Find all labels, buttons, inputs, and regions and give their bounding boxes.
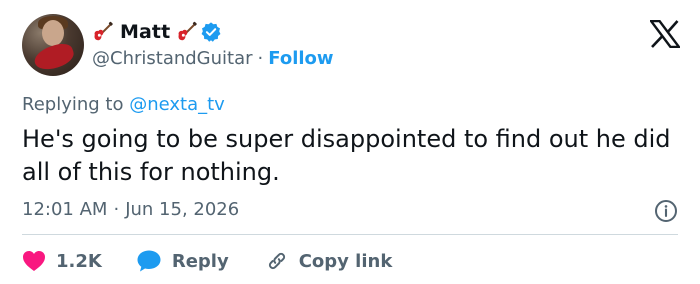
tweet-text: He's going to be super disappointed to f… <box>22 125 671 186</box>
divider <box>22 234 678 235</box>
info-icon[interactable] <box>654 199 678 223</box>
tweet-date: Jun 15, 2026 <box>125 199 240 220</box>
replying-to: Replying to @nexta_tv <box>22 94 225 115</box>
tweet-timestamp[interactable]: 12:01 AM · Jun 15, 2026 <box>22 199 239 220</box>
author-handle[interactable]: @ChristandGuitar <box>92 48 253 69</box>
guitar-emoji-icon <box>178 21 198 41</box>
author-handle-row: @ChristandGuitar · Follow <box>92 48 334 69</box>
reply-button[interactable]: Reply <box>136 249 229 273</box>
verified-badge-icon <box>201 22 221 42</box>
copy-link-button[interactable]: Copy link <box>265 249 393 273</box>
tweet-card: Matt @ChristandGuitar · Follow Replying to… <box>0 0 700 284</box>
author-name-row: Matt <box>92 20 222 44</box>
reply-mention-link[interactable]: @nexta_tv <box>129 94 225 115</box>
replying-prefix: Replying to <box>22 94 124 115</box>
separator-dot: · <box>113 199 120 220</box>
like-button[interactable]: 1.2K <box>22 250 102 272</box>
x-logo-icon[interactable] <box>650 20 680 48</box>
link-icon <box>268 252 285 270</box>
action-bar: 1.2K Reply Copy link <box>22 246 428 276</box>
copy-link-label: Copy link <box>298 250 393 272</box>
heart-icon <box>23 251 45 271</box>
like-count: 1.2K <box>56 250 102 272</box>
tweet-time: 12:01 AM <box>22 199 108 220</box>
guitar-emoji-icon <box>94 21 113 41</box>
separator-dot: · <box>257 48 264 69</box>
author-display-name[interactable]: Matt <box>120 21 170 43</box>
follow-button[interactable]: Follow <box>268 48 333 69</box>
reply-bubble-icon <box>137 250 161 272</box>
avatar[interactable] <box>22 14 84 76</box>
reply-label: Reply <box>171 250 229 272</box>
